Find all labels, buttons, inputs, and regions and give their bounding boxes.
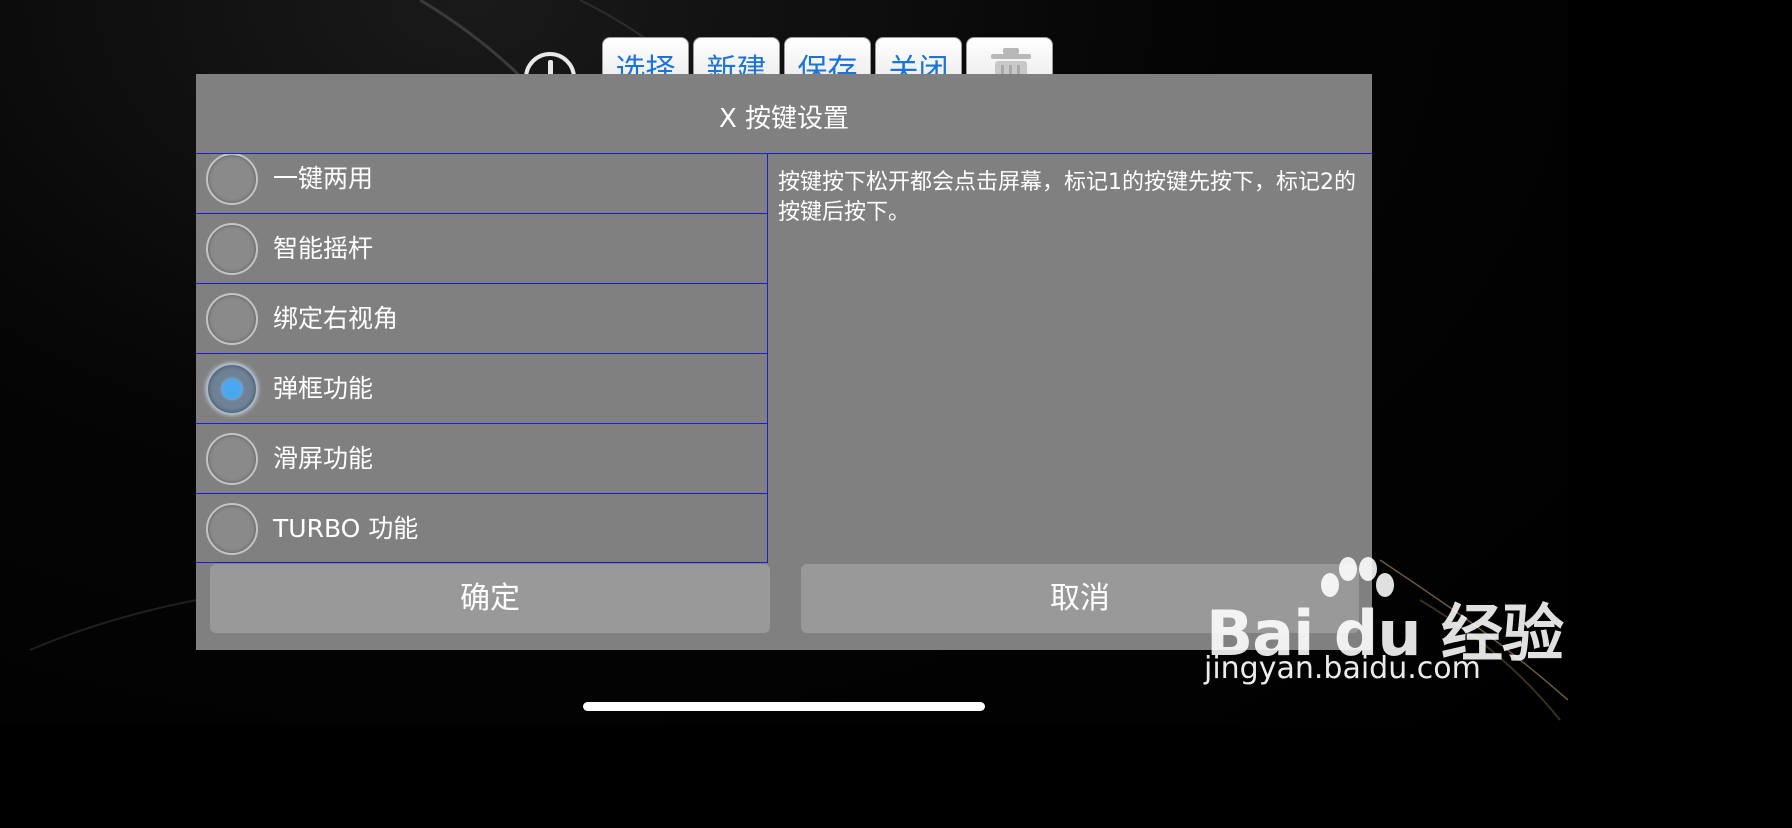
- radio-button-selected[interactable]: [206, 363, 258, 415]
- radio-button[interactable]: [206, 293, 258, 345]
- option-label: TURBO 功能: [273, 514, 419, 543]
- radio-button[interactable]: [206, 223, 258, 275]
- mode-option-list[interactable]: 一键两用 智能摇杆 绑定右视角 弹框功能 滑屏功能 TURBO 功能: [196, 154, 768, 563]
- key-settings-dialog: X 按键设置 一键两用 智能摇杆 绑定右视角 弹框功能 滑屏功能 TURBO 功…: [196, 74, 1372, 650]
- radio-button[interactable]: [206, 154, 258, 205]
- option-description: 按键按下松开都会点击屏幕，标记1的按键先按下，标记2的按键后按下。: [778, 170, 1356, 225]
- option-swipe-function[interactable]: 滑屏功能: [196, 424, 767, 494]
- option-label: 一键两用: [273, 164, 374, 193]
- option-label: 智能摇杆: [273, 234, 374, 263]
- option-bind-right-view[interactable]: 绑定右视角: [196, 284, 767, 354]
- option-label: 滑屏功能: [273, 444, 374, 473]
- radio-button[interactable]: [206, 503, 258, 555]
- option-smart-joystick[interactable]: 智能摇杆: [196, 214, 767, 284]
- home-indicator[interactable]: [583, 702, 985, 711]
- confirm-button[interactable]: 确定: [210, 564, 770, 633]
- option-label: 弹框功能: [273, 374, 374, 403]
- dialog-title: X 按键设置: [196, 74, 1372, 154]
- option-label: 绑定右视角: [273, 304, 399, 333]
- radio-dot: [222, 379, 242, 399]
- baidu-watermark: Bai du 经验 jingyan.baidu.com: [1200, 555, 1564, 695]
- watermark-url: jingyan.baidu.com: [1204, 651, 1481, 686]
- option-turbo-function[interactable]: TURBO 功能: [196, 494, 767, 562]
- option-dual-use[interactable]: 一键两用: [196, 154, 767, 214]
- radio-button[interactable]: [206, 433, 258, 485]
- option-popup-function[interactable]: 弹框功能: [196, 354, 767, 424]
